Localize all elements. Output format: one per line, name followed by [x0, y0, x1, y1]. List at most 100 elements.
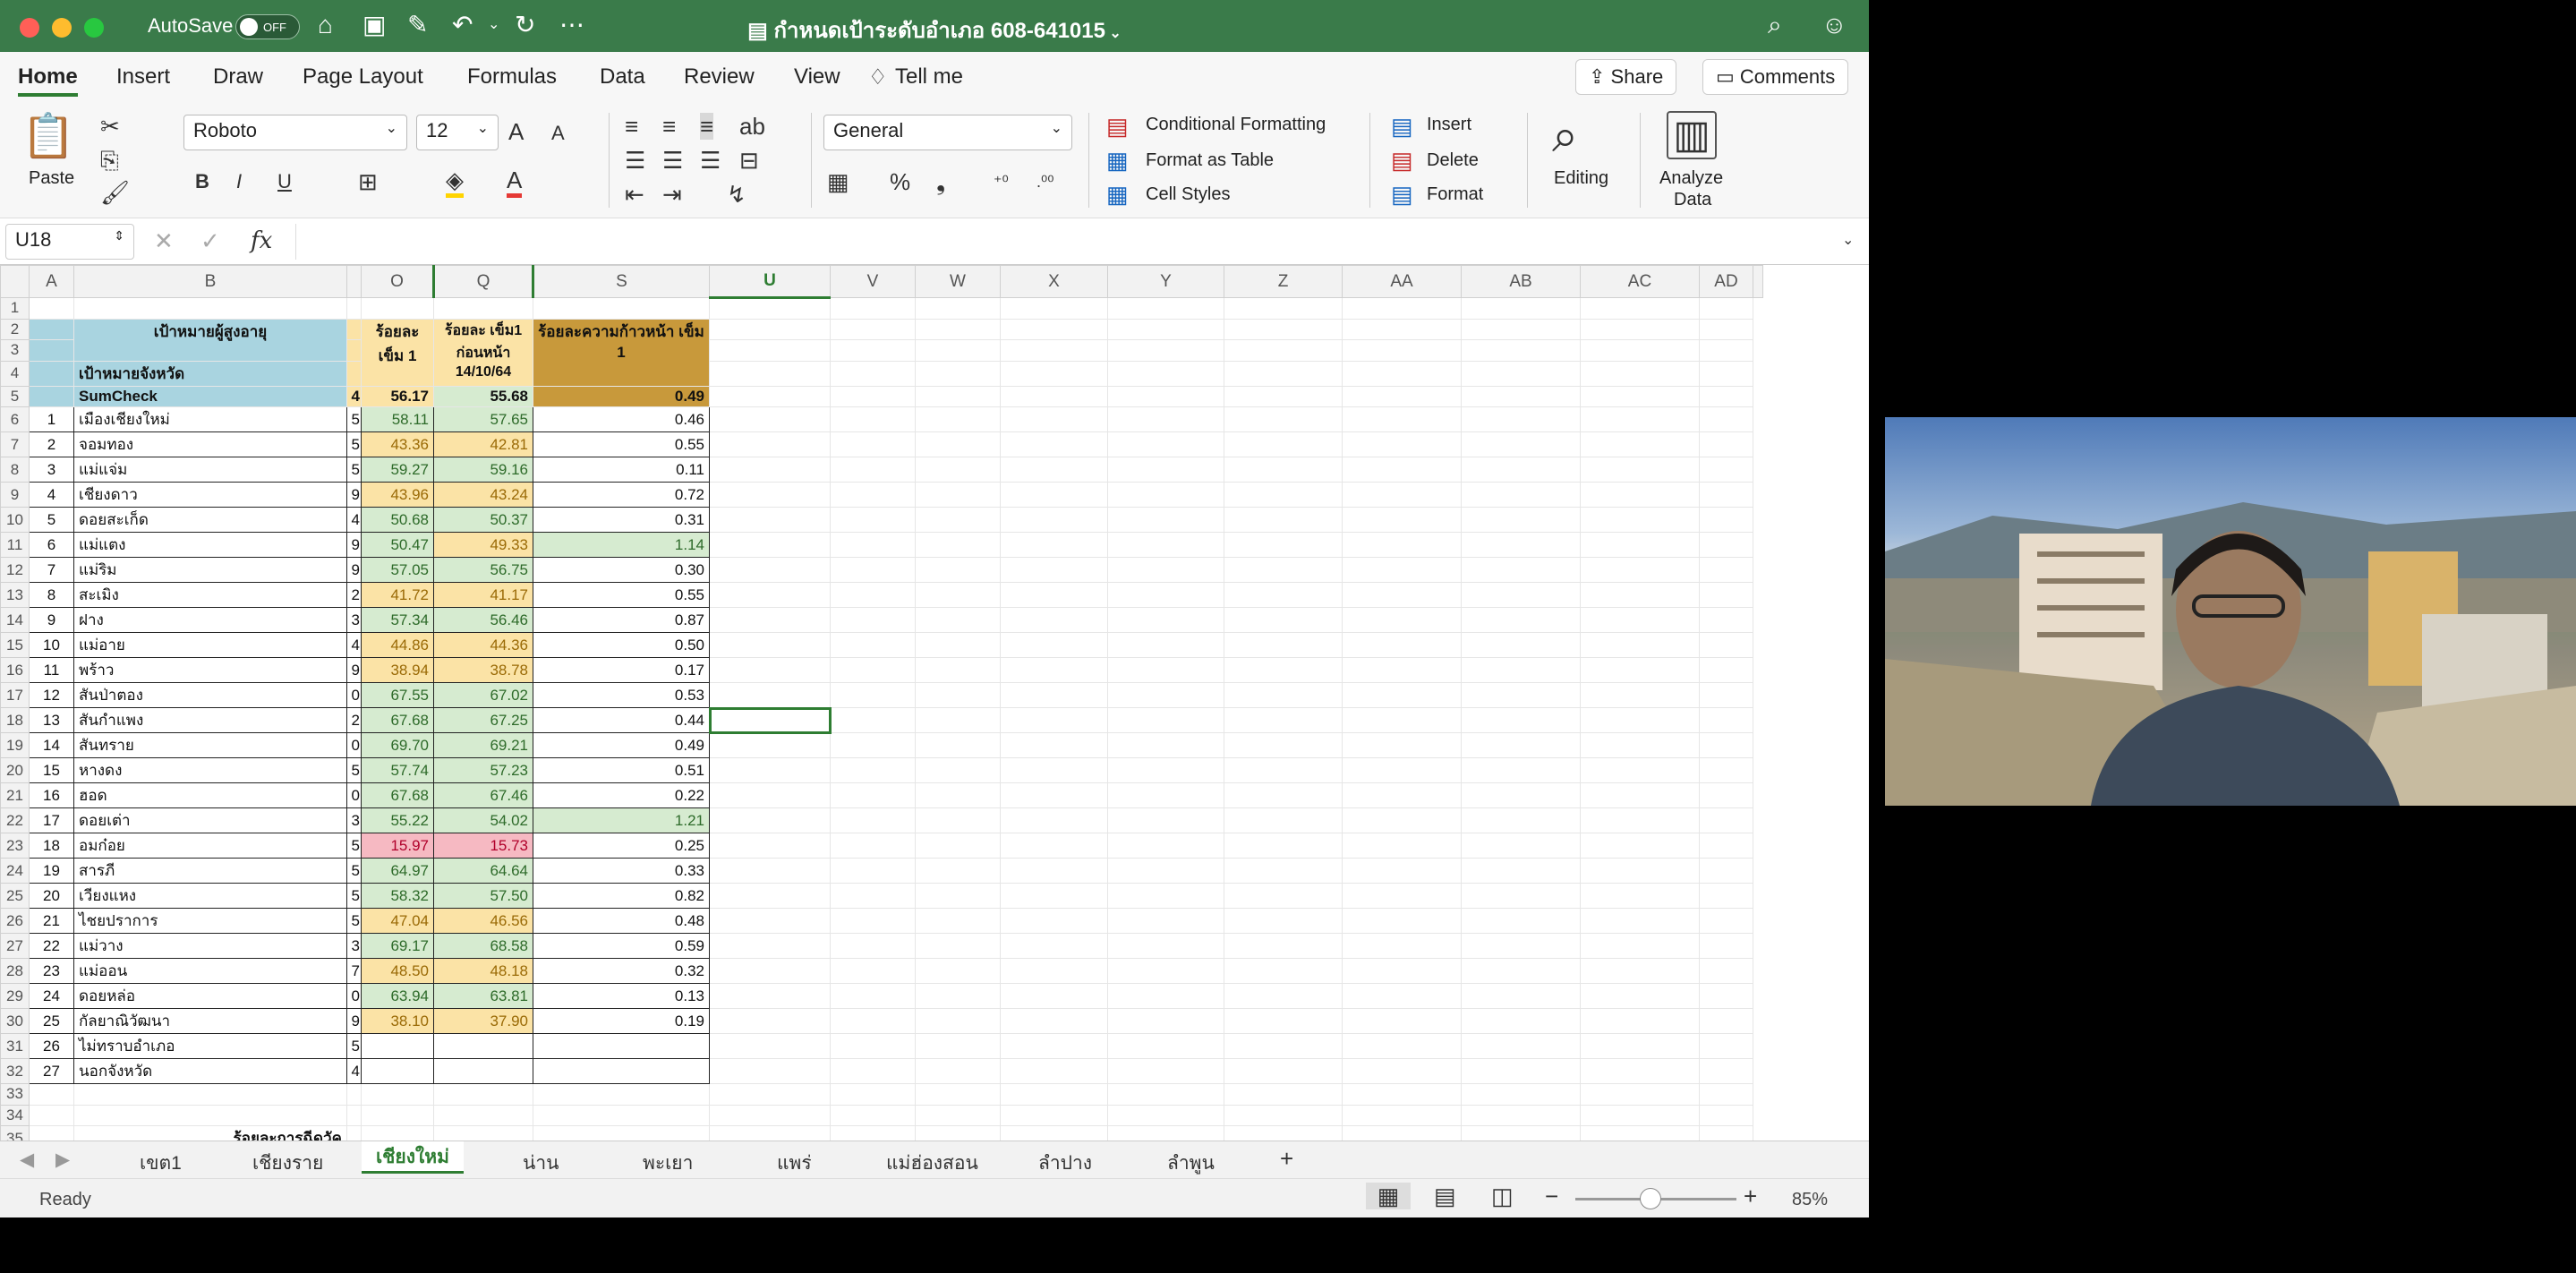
cell[interactable] [1107, 431, 1224, 458]
cell[interactable] [1699, 557, 1753, 584]
row-header[interactable]: 23 [0, 833, 30, 859]
cell[interactable] [1107, 807, 1224, 834]
selected-cell-U18[interactable] [708, 706, 832, 734]
cell[interactable] [709, 657, 831, 684]
district-number[interactable]: 2 [29, 431, 74, 458]
font-color-icon[interactable]: A [507, 167, 523, 198]
percent-dose1[interactable]: 58.11 [361, 406, 434, 433]
district-name[interactable]: ดอยสะเก็ด [73, 507, 347, 534]
tab-page-layout[interactable]: Page Layout [303, 64, 423, 90]
progress-dose1[interactable]: 0.72 [533, 482, 710, 508]
hidden-value[interactable]: 0 [346, 732, 362, 759]
cell[interactable] [1000, 297, 1108, 320]
percent-dose1-prev[interactable]: 67.25 [433, 707, 533, 734]
cell[interactable] [1580, 1083, 1700, 1106]
cell[interactable] [1342, 1104, 1462, 1127]
percent-dose1[interactable] [361, 1033, 434, 1060]
cell[interactable] [1224, 782, 1343, 809]
progress-dose1[interactable]: 0.87 [533, 607, 710, 634]
district-name[interactable]: ไม่ทราบอำเภอ [73, 1033, 347, 1060]
cell[interactable] [346, 339, 362, 362]
column-header-S[interactable]: S [533, 265, 710, 298]
cell[interactable] [709, 908, 831, 935]
district-name[interactable]: ฮอด [73, 782, 347, 809]
cell[interactable] [1342, 607, 1462, 634]
cell[interactable] [915, 1008, 1001, 1035]
page-break-view-icon[interactable]: ◫ [1491, 1183, 1514, 1209]
cell[interactable] [1224, 1104, 1343, 1127]
cell[interactable] [830, 1033, 916, 1060]
row-header[interactable]: 4 [0, 360, 30, 387]
cell[interactable] [1107, 833, 1224, 859]
wrap-text-icon[interactable]: ↯ [727, 181, 746, 208]
cell[interactable] [915, 406, 1001, 433]
percent-dose1[interactable]: 44.86 [361, 632, 434, 659]
cell[interactable] [346, 1083, 362, 1106]
cell[interactable] [1224, 858, 1343, 884]
cell[interactable] [1580, 532, 1700, 559]
row-header[interactable]: 8 [0, 457, 30, 483]
cell[interactable] [1342, 858, 1462, 884]
cell[interactable] [830, 933, 916, 960]
cell[interactable] [1580, 339, 1700, 362]
cell[interactable] [1580, 1104, 1700, 1127]
cell[interactable] [1224, 582, 1343, 609]
progress-dose1[interactable]: 0.17 [533, 657, 710, 684]
cell[interactable] [1580, 507, 1700, 534]
cell[interactable] [915, 983, 1001, 1010]
percent-dose1[interactable]: 57.05 [361, 557, 434, 584]
cell[interactable] [1224, 657, 1343, 684]
cell[interactable] [830, 1104, 916, 1127]
cell[interactable] [1342, 557, 1462, 584]
cell[interactable] [915, 883, 1001, 910]
cell[interactable] [709, 757, 831, 784]
cell[interactable] [915, 339, 1001, 362]
cell[interactable] [1224, 883, 1343, 910]
cell[interactable] [1699, 983, 1753, 1010]
analyze-data-label-2[interactable]: Data [1674, 190, 1711, 210]
percent-dose1-prev[interactable]: 56.46 [433, 607, 533, 634]
cell[interactable] [1699, 858, 1753, 884]
cell[interactable] [1000, 1058, 1108, 1085]
district-name[interactable]: ดอยหล่อ [73, 983, 347, 1010]
cell[interactable] [73, 297, 347, 320]
cell[interactable] [1342, 385, 1462, 408]
percent-dose1-prev[interactable]: 43.24 [433, 482, 533, 508]
cell[interactable] [915, 757, 1001, 784]
tab-review[interactable]: Review [684, 64, 755, 90]
cell[interactable] [830, 682, 916, 709]
district-number[interactable]: 25 [29, 1008, 74, 1035]
hidden-value[interactable]: 3 [346, 807, 362, 834]
cell[interactable] [1699, 360, 1753, 387]
percent-dose1-prev[interactable]: 49.33 [433, 532, 533, 559]
sheet-tab-5[interactable]: แพร่ [777, 1149, 812, 1178]
cell[interactable] [709, 883, 831, 910]
cell[interactable] [1461, 757, 1581, 784]
cell[interactable] [1000, 1008, 1108, 1035]
district-number[interactable]: 26 [29, 1033, 74, 1060]
cell[interactable] [1461, 457, 1581, 483]
row-header[interactable]: 18 [0, 707, 30, 734]
cell[interactable] [1000, 457, 1108, 483]
progress-dose1[interactable]: 0.32 [533, 958, 710, 985]
percent-dose1-prev[interactable]: 67.46 [433, 782, 533, 809]
column-header-O[interactable]: O [361, 265, 434, 298]
row-header[interactable]: 6 [0, 406, 30, 433]
sheet-tab-6[interactable]: แม่ฮ่องสอน [886, 1149, 978, 1178]
cell[interactable] [29, 360, 74, 387]
sum-s[interactable]: 0.49 [533, 385, 710, 408]
percent-dose1[interactable]: 67.68 [361, 707, 434, 734]
row-header[interactable]: 24 [0, 858, 30, 884]
district-name[interactable]: แม่แจ่ม [73, 457, 347, 483]
cell[interactable] [1224, 431, 1343, 458]
cell[interactable] [1461, 1083, 1581, 1106]
row-header[interactable]: 14 [0, 607, 30, 634]
row-header[interactable]: 29 [0, 983, 30, 1010]
cell[interactable] [1107, 582, 1224, 609]
cell[interactable] [1107, 457, 1224, 483]
cell[interactable] [709, 532, 831, 559]
district-number[interactable]: 21 [29, 908, 74, 935]
progress-dose1[interactable]: 0.53 [533, 682, 710, 709]
cell[interactable] [830, 858, 916, 884]
cell[interactable] [1224, 807, 1343, 834]
